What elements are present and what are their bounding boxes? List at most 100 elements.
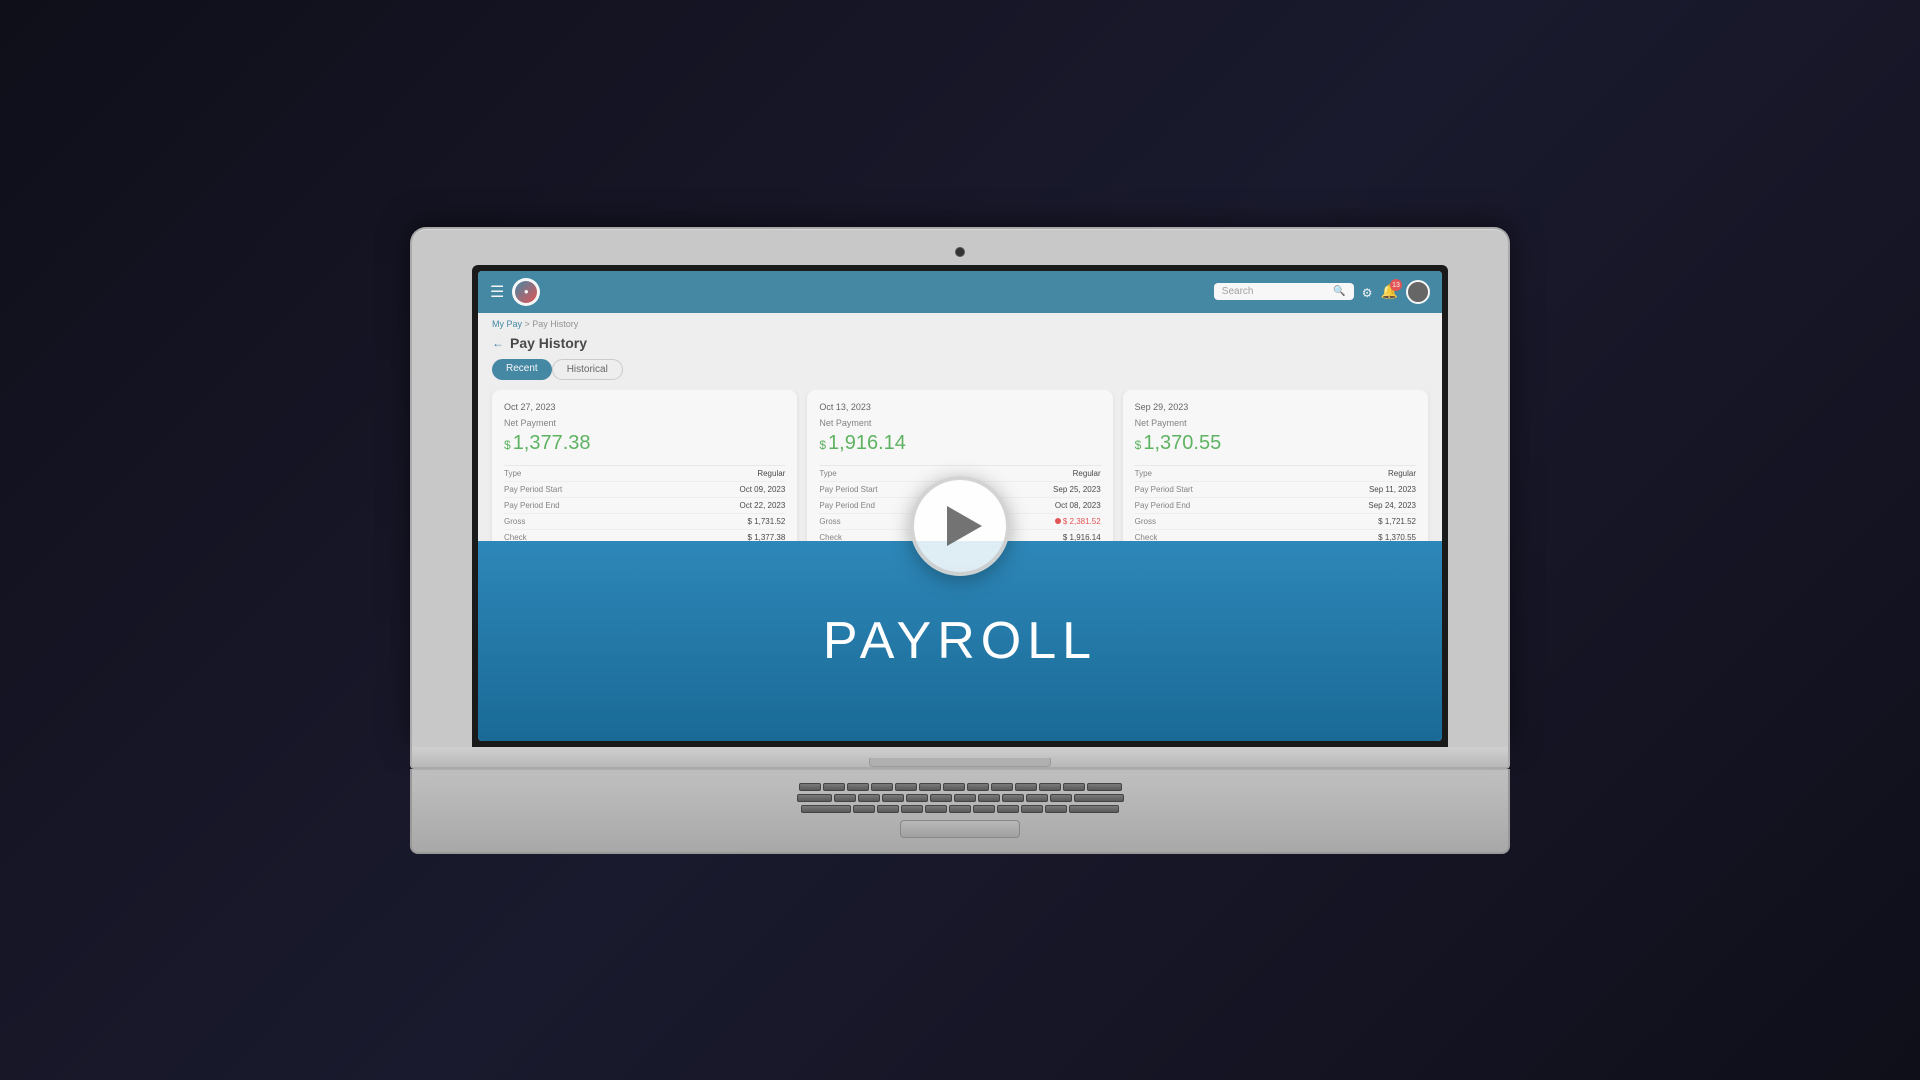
key <box>943 783 965 791</box>
key <box>930 794 952 802</box>
nav-icons: ⚙ 🔔 13 <box>1362 280 1430 304</box>
key <box>853 805 875 813</box>
settings-icon: ⚙ <box>1362 286 1373 300</box>
card-1-amount: $ 1,377.38 <box>504 432 785 455</box>
table-row: Check $ 1,377.38 <box>504 530 785 546</box>
key <box>834 794 856 802</box>
key <box>871 783 893 791</box>
key <box>997 805 1019 813</box>
card-3-amount: $ 1,370.55 <box>1135 432 1416 455</box>
table-row: Pay Period End Sep 24, 2023 <box>1135 498 1416 514</box>
scene: ☰ ● Search 🔍 ⚙ <box>360 130 1560 950</box>
laptop-base <box>410 747 1510 769</box>
table-row: Pay Period Start Sep 25, 2023 <box>819 482 1100 498</box>
keyboard-row-1 <box>452 783 1468 791</box>
key <box>967 783 989 791</box>
card-2-value: 1,916.14 <box>828 432 906 455</box>
back-button[interactable]: ← <box>492 336 504 350</box>
key <box>906 794 928 802</box>
card-3-table: Type Regular Pay Period Start Sep 11, 20… <box>1135 465 1416 546</box>
table-row: Pay Period End Oct 22, 2023 <box>504 498 785 514</box>
page-header: ← Pay History <box>478 331 1442 359</box>
screen-bezel: ☰ ● Search 🔍 ⚙ <box>472 265 1448 747</box>
breadcrumb-pay-history: Pay History <box>532 319 578 329</box>
key <box>949 805 971 813</box>
key <box>954 794 976 802</box>
key <box>991 783 1013 791</box>
table-row: Pay Period End Oct 08, 2023 <box>819 498 1100 514</box>
breadcrumb-separator: > <box>522 319 532 329</box>
laptop-camera <box>955 247 965 257</box>
tab-recent[interactable]: Recent <box>492 359 552 380</box>
key <box>919 783 941 791</box>
breadcrumb: My Pay > Pay History <box>478 313 1442 331</box>
red-dot-icon <box>1055 518 1061 524</box>
key <box>797 794 832 802</box>
notification-badge: 13 <box>1390 279 1402 291</box>
document-icon-3: 📄 <box>1242 554 1252 563</box>
key <box>1002 794 1024 802</box>
card-3-label: Net Payment <box>1135 418 1416 428</box>
hamburger-icon[interactable]: ☰ <box>490 282 504 302</box>
laptop: ☰ ● Search 🔍 ⚙ <box>410 227 1510 854</box>
card-3-date: Sep 29, 2023 <box>1135 402 1416 412</box>
table-row: Check $ 1,916.14 <box>819 530 1100 546</box>
key <box>1045 805 1067 813</box>
card-2-dollar: $ <box>819 438 826 452</box>
document-icon-2: 📄 <box>927 554 937 563</box>
key <box>801 805 851 813</box>
avatar[interactable] <box>1406 280 1430 304</box>
table-row: Type Regular <box>819 466 1100 482</box>
card-1-table: Type Regular Pay Period Start Oct 09, 20… <box>504 465 785 546</box>
tab-historical[interactable]: Historical <box>552 359 623 380</box>
card-1-date: Oct 27, 2023 <box>504 402 785 412</box>
table-row: Gross $ 2,381.52 <box>819 514 1100 530</box>
trackpad[interactable] <box>900 820 1020 838</box>
top-nav: ☰ ● Search 🔍 ⚙ <box>478 271 1442 313</box>
key <box>1026 794 1048 802</box>
app-ui: ☰ ● Search 🔍 ⚙ <box>478 271 1442 741</box>
pay-card-1: Oct 27, 2023 Net Payment $ 1,377.38 Type <box>492 390 797 575</box>
search-icon: 🔍 <box>1333 286 1345 297</box>
table-row: Pay Period Start Oct 09, 2023 <box>504 482 785 498</box>
notification-button[interactable]: 🔔 13 <box>1381 283 1398 300</box>
key <box>847 783 869 791</box>
key <box>1069 805 1119 813</box>
search-placeholder: Search <box>1222 286 1330 297</box>
logo: ● <box>512 278 540 306</box>
table-row: Type Regular <box>1135 466 1416 482</box>
pay-statement-link-3[interactable]: 📄 Pay Statement <box>1135 554 1416 563</box>
card-3-dollar: $ <box>1135 438 1142 452</box>
keyboard-row-3 <box>452 805 1468 813</box>
key <box>882 794 904 802</box>
search-box[interactable]: Search 🔍 <box>1214 283 1354 300</box>
table-row: Pay Period Start Sep 11, 2023 <box>1135 482 1416 498</box>
card-2-amount: $ 1,916.14 <box>819 432 1100 455</box>
pay-cards-container: Oct 27, 2023 Net Payment $ 1,377.38 Type <box>478 390 1442 575</box>
table-row: Gross $ 1,721.52 <box>1135 514 1416 530</box>
pay-statement-link-1[interactable]: 📄 Pay Statement <box>504 554 785 563</box>
key <box>858 794 880 802</box>
tab-bar: Recent Historical <box>478 359 1442 390</box>
breadcrumb-my-pay[interactable]: My Pay <box>492 319 522 329</box>
key <box>1087 783 1122 791</box>
card-1-label: Net Payment <box>504 418 785 428</box>
settings-button[interactable]: ⚙ <box>1362 284 1373 300</box>
card-1-value: 1,377.38 <box>513 432 591 455</box>
key <box>925 805 947 813</box>
key <box>1015 783 1037 791</box>
logo-inner: ● <box>515 281 537 303</box>
pay-statement-link-2[interactable]: 📄 Pay Statement <box>819 554 1100 563</box>
key <box>901 805 923 813</box>
key <box>978 794 1000 802</box>
key <box>1063 783 1085 791</box>
pay-card-2: Oct 13, 2023 Net Payment $ 1,916.14 Type <box>807 390 1112 575</box>
card-3-value: 1,370.55 <box>1143 432 1221 455</box>
key <box>1050 794 1072 802</box>
key <box>877 805 899 813</box>
key <box>799 783 821 791</box>
card-2-date: Oct 13, 2023 <box>819 402 1100 412</box>
card-2-table: Type Regular Pay Period Start Sep 25, 20… <box>819 465 1100 546</box>
table-row: Check $ 1,370.55 <box>1135 530 1416 546</box>
laptop-screen: ☰ ● Search 🔍 ⚙ <box>478 271 1442 741</box>
